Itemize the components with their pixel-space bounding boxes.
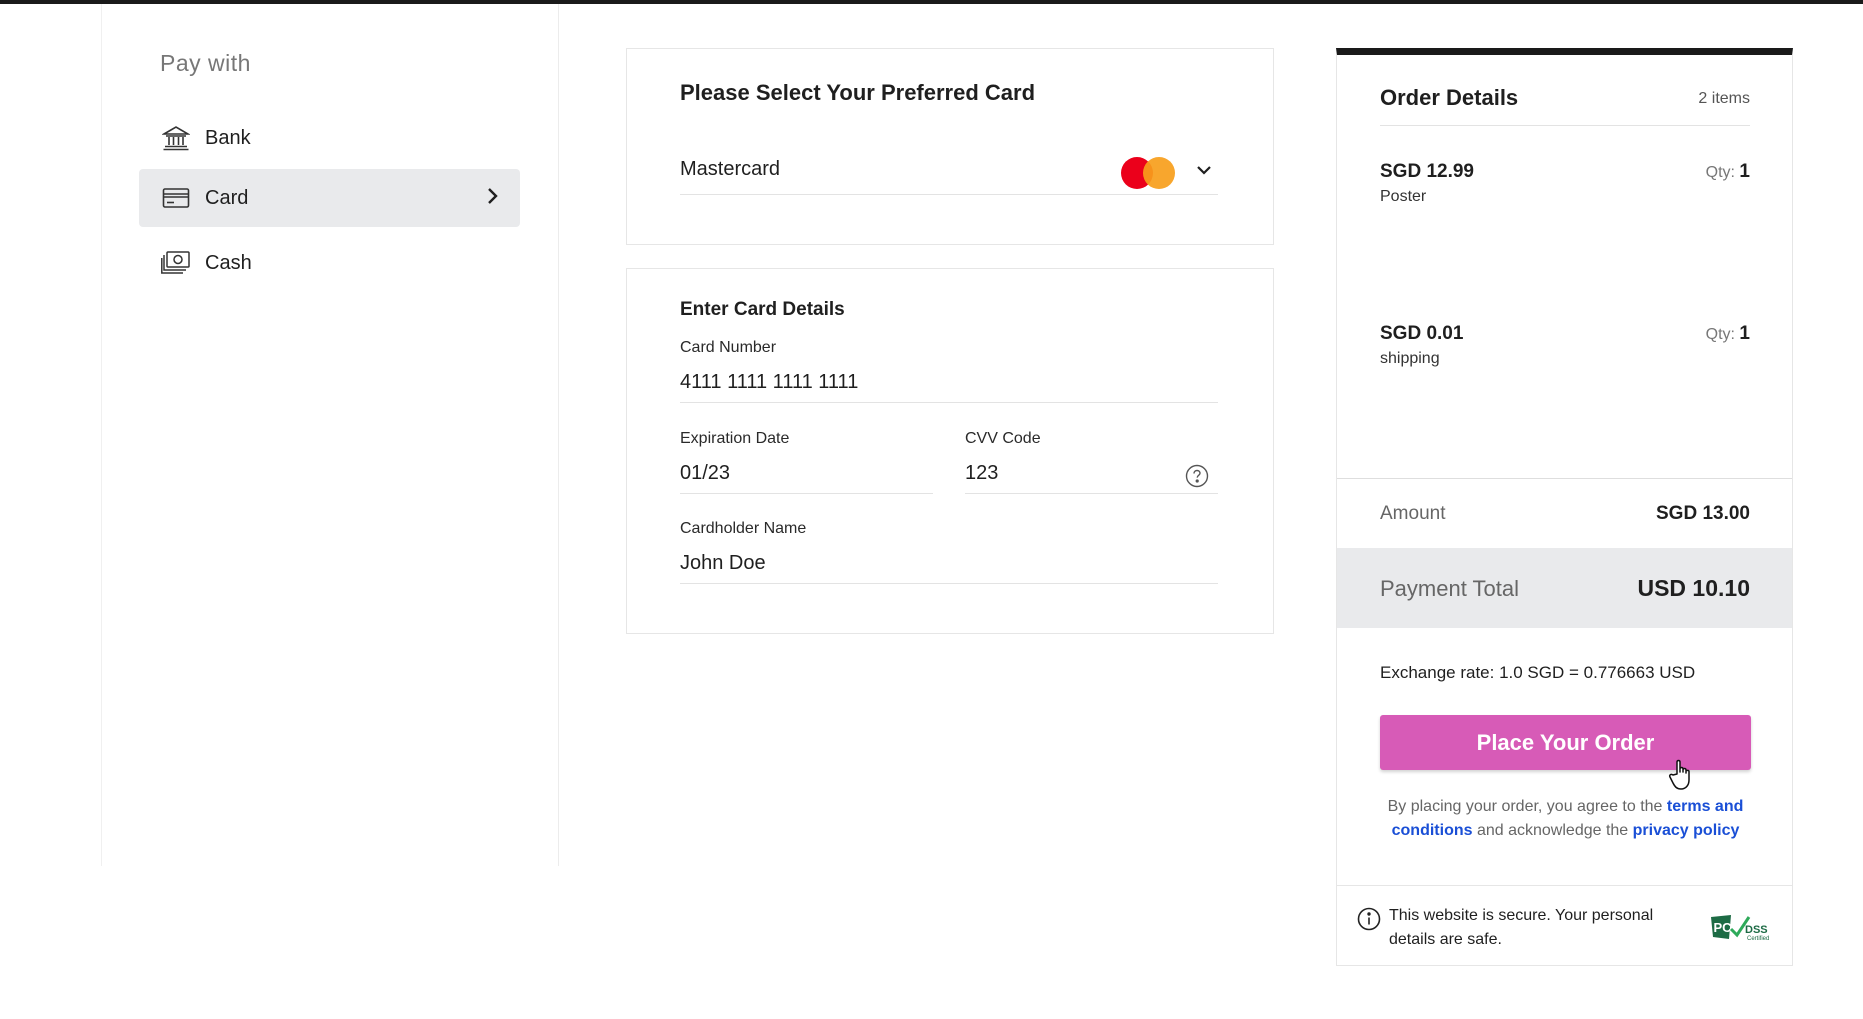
sidebar-item-card[interactable]: Card [139,169,520,227]
item-quantity: Qty: 1 [1706,161,1750,183]
sidebar-item-cash[interactable]: Cash [139,234,520,292]
card-number-input[interactable]: 4111 1111 1111 1111 [680,363,1218,403]
header-divider [1380,125,1750,126]
privacy-link[interactable]: privacy policy [1633,822,1740,839]
item-price: SGD 12.99 [1380,161,1474,182]
chevron-down-icon[interactable] [1193,159,1215,181]
card-select-panel: Please Select Your Preferred Card Master… [626,48,1274,245]
qty-label: Qty: [1705,164,1735,181]
pay-with-heading: Pay with [160,50,251,76]
order-details-panel: Order Details 2 items SGD 12.99 Poster Q… [1336,48,1793,966]
item-count: 2 items [1698,90,1750,107]
sidebar-item-bank[interactable]: Bank [139,109,520,167]
credit-card-icon [161,185,191,211]
terms-prefix: By placing your order, you agree to the [1387,798,1663,815]
payment-total-value: USD 10.10 [1637,575,1750,601]
help-icon[interactable] [1185,464,1209,488]
cardholder-input[interactable]: John Doe [680,544,1218,584]
qty-value: 1 [1739,323,1750,344]
hand-cursor-icon [1668,758,1696,792]
qty-label: Qty: [1705,326,1735,343]
bank-icon [161,125,191,151]
payment-total-row: Payment Total USD 10.10 [1337,548,1792,628]
amount-label: Amount [1380,503,1446,524]
selected-card-type: Mastercard [680,158,781,180]
info-icon [1357,907,1381,931]
item-price: SGD 0.01 [1380,323,1464,344]
secure-divider [1337,885,1792,886]
sidebar-item-label: Cash [205,251,252,274]
svg-text:DSS: DSS [1745,924,1768,936]
card-select-title: Please Select Your Preferred Card [680,80,1036,105]
expiry-input[interactable]: 01/23 [680,454,933,494]
cash-icon [161,250,191,276]
secure-notice: This website is secure. Your personal de… [1389,907,1654,948]
exchange-rate: Exchange rate: 1.0 SGD = 0.776663 USD [1380,663,1696,682]
svg-text:Certified: Certified [1747,936,1769,942]
svg-text:PCI: PCI [1714,920,1736,935]
card-type-dropdown[interactable]: Mastercard [680,145,1218,195]
item-quantity: Qty: 1 [1706,323,1750,345]
cvv-label: CVV Code [965,430,1041,447]
sidebar-item-label: Card [205,186,249,209]
chevron-right-icon [486,185,500,213]
item-name: Poster [1380,188,1427,205]
terms-mid: and acknowledge the [1476,822,1629,839]
card-details-panel: Enter Card Details Card Number 4111 1111… [626,268,1274,634]
sidebar-item-label: Bank [205,126,251,149]
item-name: shipping [1380,350,1440,367]
cvv-input[interactable]: 123 [965,454,1218,494]
payment-total-label: Payment Total [1380,576,1520,601]
amount-value: SGD 13.00 [1656,503,1750,524]
expiry-label: Expiration Date [680,430,790,447]
amount-row: Amount SGD 13.00 [1337,479,1792,548]
card-number-label: Card Number [680,339,777,356]
card-details-title: Enter Card Details [680,299,845,320]
order-details-title: Order Details [1380,85,1519,110]
mastercard-logo [1121,157,1177,189]
cardholder-label: Cardholder Name [680,520,807,537]
terms-notice: By placing your order, you agree to the … [1380,795,1751,843]
pci-dss-badge: PCI DSS Certified [1709,911,1775,943]
qty-value: 1 [1739,161,1750,182]
